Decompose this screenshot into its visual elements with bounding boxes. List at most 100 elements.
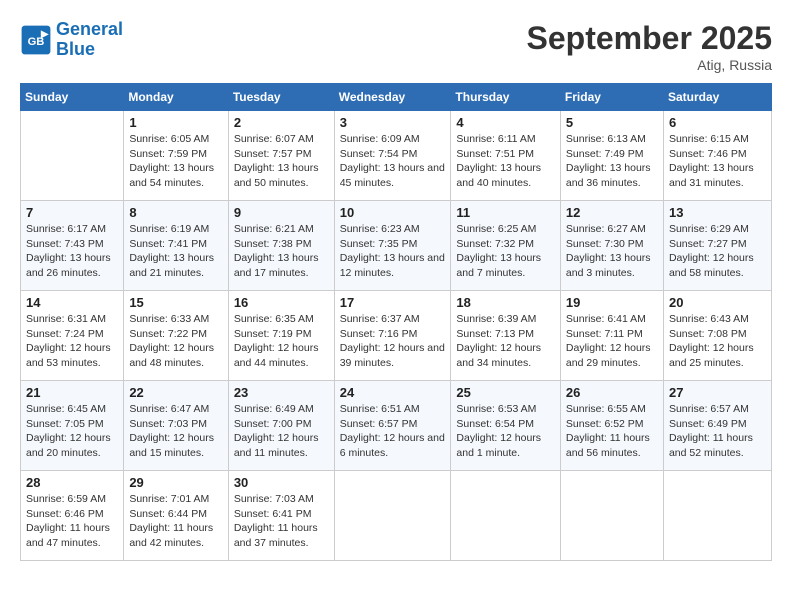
calendar-cell: 22 Sunrise: 6:47 AMSunset: 7:03 PMDayligh… <box>124 381 228 471</box>
calendar-week-row: 7 Sunrise: 6:17 AMSunset: 7:43 PMDaylight… <box>21 201 772 291</box>
day-number: 3 <box>340 115 446 130</box>
calendar-cell: 24Sunrise: 6:51 AMSunset: 6:57 PMDayligh… <box>334 381 451 471</box>
calendar-cell: 3 Sunrise: 6:09 AMSunset: 7:54 PMDaylight… <box>334 111 451 201</box>
day-info: Sunrise: 6:39 AMSunset: 7:13 PMDaylight:… <box>456 312 555 371</box>
calendar-cell: 5 Sunrise: 6:13 AMSunset: 7:49 PMDaylight… <box>560 111 663 201</box>
weekday-header: Monday <box>124 84 228 111</box>
day-info: Sunrise: 6:59 AMSunset: 6:46 PMDaylight:… <box>26 492 118 551</box>
calendar-cell: 23 Sunrise: 6:49 AMSunset: 7:00 PMDayligh… <box>228 381 334 471</box>
day-number: 10 <box>340 205 446 220</box>
day-number: 4 <box>456 115 555 130</box>
calendar-cell: 10 Sunrise: 6:23 AMSunset: 7:35 PMDayligh… <box>334 201 451 291</box>
day-number: 26 <box>566 385 658 400</box>
day-info: Sunrise: 6:23 AMSunset: 7:35 PMDaylight:… <box>340 222 446 281</box>
day-number: 8 <box>129 205 222 220</box>
calendar-cell: 1Sunrise: 6:05 AMSunset: 7:59 PMDaylight… <box>124 111 228 201</box>
calendar-week-row: 1Sunrise: 6:05 AMSunset: 7:59 PMDaylight… <box>21 111 772 201</box>
day-info: Sunrise: 6:25 AMSunset: 7:32 PMDaylight:… <box>456 222 555 281</box>
day-info: Sunrise: 6:31 AMSunset: 7:24 PMDaylight:… <box>26 312 118 371</box>
day-info: Sunrise: 6:55 AMSunset: 6:52 PMDaylight:… <box>566 402 658 461</box>
day-number: 9 <box>234 205 329 220</box>
day-number: 12 <box>566 205 658 220</box>
calendar-table: SundayMondayTuesdayWednesdayThursdayFrid… <box>20 83 772 561</box>
calendar-cell: 4 Sunrise: 6:11 AMSunset: 7:51 PMDaylight… <box>451 111 561 201</box>
day-info: Sunrise: 6:27 AMSunset: 7:30 PMDaylight:… <box>566 222 658 281</box>
day-info: Sunrise: 6:29 AMSunset: 7:27 PMDaylight:… <box>669 222 766 281</box>
day-info: Sunrise: 7:01 AMSunset: 6:44 PMDaylight:… <box>129 492 222 551</box>
day-info: Sunrise: 6:45 AMSunset: 7:05 PMDaylight:… <box>26 402 118 461</box>
day-info: Sunrise: 6:53 AMSunset: 6:54 PMDaylight:… <box>456 402 555 461</box>
calendar-cell <box>21 111 124 201</box>
day-info: Sunrise: 6:21 AMSunset: 7:38 PMDaylight:… <box>234 222 329 281</box>
day-info: Sunrise: 6:47 AMSunset: 7:03 PMDaylight:… <box>129 402 222 461</box>
page-header: GB General Blue September 2025 Atig, Rus… <box>20 20 772 73</box>
day-info: Sunrise: 6:35 AMSunset: 7:19 PMDaylight:… <box>234 312 329 371</box>
day-info: Sunrise: 6:43 AMSunset: 7:08 PMDaylight:… <box>669 312 766 371</box>
day-info: Sunrise: 6:57 AMSunset: 6:49 PMDaylight:… <box>669 402 766 461</box>
day-number: 13 <box>669 205 766 220</box>
weekday-header: Saturday <box>663 84 771 111</box>
weekday-header: Thursday <box>451 84 561 111</box>
calendar-cell: 21 Sunrise: 6:45 AMSunset: 7:05 PMDayligh… <box>21 381 124 471</box>
day-info: Sunrise: 6:15 AMSunset: 7:46 PMDaylight:… <box>669 132 766 191</box>
day-number: 6 <box>669 115 766 130</box>
day-info: Sunrise: 6:41 AMSunset: 7:11 PMDaylight:… <box>566 312 658 371</box>
calendar-cell: 25Sunrise: 6:53 AMSunset: 6:54 PMDayligh… <box>451 381 561 471</box>
day-info: Sunrise: 6:09 AMSunset: 7:54 PMDaylight:… <box>340 132 446 191</box>
day-info: Sunrise: 6:11 AMSunset: 7:51 PMDaylight:… <box>456 132 555 191</box>
calendar-cell <box>451 471 561 561</box>
logo-line2: Blue <box>56 39 95 59</box>
calendar-cell: 26 Sunrise: 6:55 AMSunset: 6:52 PMDayligh… <box>560 381 663 471</box>
day-number: 16 <box>234 295 329 310</box>
calendar-cell <box>560 471 663 561</box>
day-number: 27 <box>669 385 766 400</box>
day-info: Sunrise: 7:03 AMSunset: 6:41 PMDaylight:… <box>234 492 329 551</box>
day-number: 14 <box>26 295 118 310</box>
day-number: 24 <box>340 385 446 400</box>
day-number: 15 <box>129 295 222 310</box>
calendar-cell <box>663 471 771 561</box>
calendar-cell: 19 Sunrise: 6:41 AMSunset: 7:11 PMDayligh… <box>560 291 663 381</box>
day-number: 29 <box>129 475 222 490</box>
calendar-cell: 7 Sunrise: 6:17 AMSunset: 7:43 PMDaylight… <box>21 201 124 291</box>
calendar-cell: 15 Sunrise: 6:33 AMSunset: 7:22 PMDayligh… <box>124 291 228 381</box>
day-info: Sunrise: 6:33 AMSunset: 7:22 PMDaylight:… <box>129 312 222 371</box>
day-number: 18 <box>456 295 555 310</box>
day-info: Sunrise: 6:49 AMSunset: 7:00 PMDaylight:… <box>234 402 329 461</box>
weekday-header: Tuesday <box>228 84 334 111</box>
calendar-week-row: 28Sunrise: 6:59 AMSunset: 6:46 PMDayligh… <box>21 471 772 561</box>
month-title: September 2025 <box>527 20 772 57</box>
calendar-cell: 27 Sunrise: 6:57 AMSunset: 6:49 PMDayligh… <box>663 381 771 471</box>
day-info: Sunrise: 6:19 AMSunset: 7:41 PMDaylight:… <box>129 222 222 281</box>
day-info: Sunrise: 6:07 AMSunset: 7:57 PMDaylight:… <box>234 132 329 191</box>
day-number: 5 <box>566 115 658 130</box>
calendar-cell: 30 Sunrise: 7:03 AMSunset: 6:41 PMDayligh… <box>228 471 334 561</box>
day-number: 7 <box>26 205 118 220</box>
calendar-cell: 13 Sunrise: 6:29 AMSunset: 7:27 PMDayligh… <box>663 201 771 291</box>
calendar-cell: 14 Sunrise: 6:31 AMSunset: 7:24 PMDayligh… <box>21 291 124 381</box>
day-number: 30 <box>234 475 329 490</box>
day-number: 20 <box>669 295 766 310</box>
calendar-cell: 16 Sunrise: 6:35 AMSunset: 7:19 PMDayligh… <box>228 291 334 381</box>
day-number: 23 <box>234 385 329 400</box>
calendar-week-row: 14 Sunrise: 6:31 AMSunset: 7:24 PMDayligh… <box>21 291 772 381</box>
weekday-header: Friday <box>560 84 663 111</box>
day-info: Sunrise: 6:37 AMSunset: 7:16 PMDaylight:… <box>340 312 446 371</box>
calendar-cell: 12 Sunrise: 6:27 AMSunset: 7:30 PMDayligh… <box>560 201 663 291</box>
day-number: 21 <box>26 385 118 400</box>
weekday-header: Wednesday <box>334 84 451 111</box>
title-block: September 2025 Atig, Russia <box>527 20 772 73</box>
day-info: Sunrise: 6:17 AMSunset: 7:43 PMDaylight:… <box>26 222 118 281</box>
day-number: 2 <box>234 115 329 130</box>
calendar-cell: 8 Sunrise: 6:19 AMSunset: 7:41 PMDaylight… <box>124 201 228 291</box>
day-number: 22 <box>129 385 222 400</box>
calendar-cell: 9 Sunrise: 6:21 AMSunset: 7:38 PMDaylight… <box>228 201 334 291</box>
calendar-week-row: 21 Sunrise: 6:45 AMSunset: 7:05 PMDayligh… <box>21 381 772 471</box>
day-number: 11 <box>456 205 555 220</box>
day-info: Sunrise: 6:13 AMSunset: 7:49 PMDaylight:… <box>566 132 658 191</box>
logo: GB General Blue <box>20 20 123 60</box>
calendar-cell: 11 Sunrise: 6:25 AMSunset: 7:32 PMDayligh… <box>451 201 561 291</box>
day-number: 19 <box>566 295 658 310</box>
calendar-cell: 17Sunrise: 6:37 AMSunset: 7:16 PMDayligh… <box>334 291 451 381</box>
calendar-cell: 29 Sunrise: 7:01 AMSunset: 6:44 PMDayligh… <box>124 471 228 561</box>
